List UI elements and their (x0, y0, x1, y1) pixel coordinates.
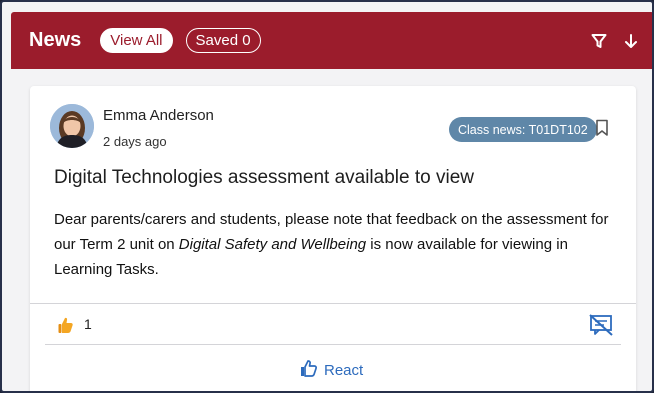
news-panel: News View All Saved 0 Emma Anderson 2 da… (0, 0, 654, 393)
avatar (50, 104, 94, 148)
thumbs-up-emoji-icon[interactable] (58, 316, 74, 334)
saved-button[interactable]: Saved 0 (185, 28, 261, 53)
react-button[interactable]: React (300, 359, 363, 381)
thumbs-up-icon (300, 359, 318, 381)
post-timestamp: 2 days ago (103, 134, 167, 149)
react-label: React (324, 361, 364, 379)
post-headline: Digital Technologies assessment availabl… (54, 167, 474, 188)
news-post-card: Emma Anderson 2 days ago Class news: T01… (30, 86, 636, 391)
post-author: Emma Anderson (103, 107, 214, 124)
news-title: News (29, 29, 82, 51)
bookmark-icon[interactable] (595, 119, 609, 137)
reaction-count: 1 (84, 316, 92, 332)
post-body-emphasis: Digital Safety and Wellbeing (178, 236, 367, 253)
divider (30, 303, 636, 304)
post-body: Dear parents/carers and students, please… (54, 207, 614, 282)
filter-icon[interactable] (590, 32, 608, 50)
arrow-down-icon[interactable] (622, 32, 640, 50)
news-header: News View All Saved 0 (11, 12, 652, 69)
comments-disabled-icon[interactable] (589, 314, 613, 336)
class-news-badge[interactable]: Class news: T01DT102 (449, 117, 597, 142)
header-tools (590, 12, 640, 69)
view-all-button[interactable]: View All (100, 28, 173, 53)
divider (45, 344, 621, 345)
